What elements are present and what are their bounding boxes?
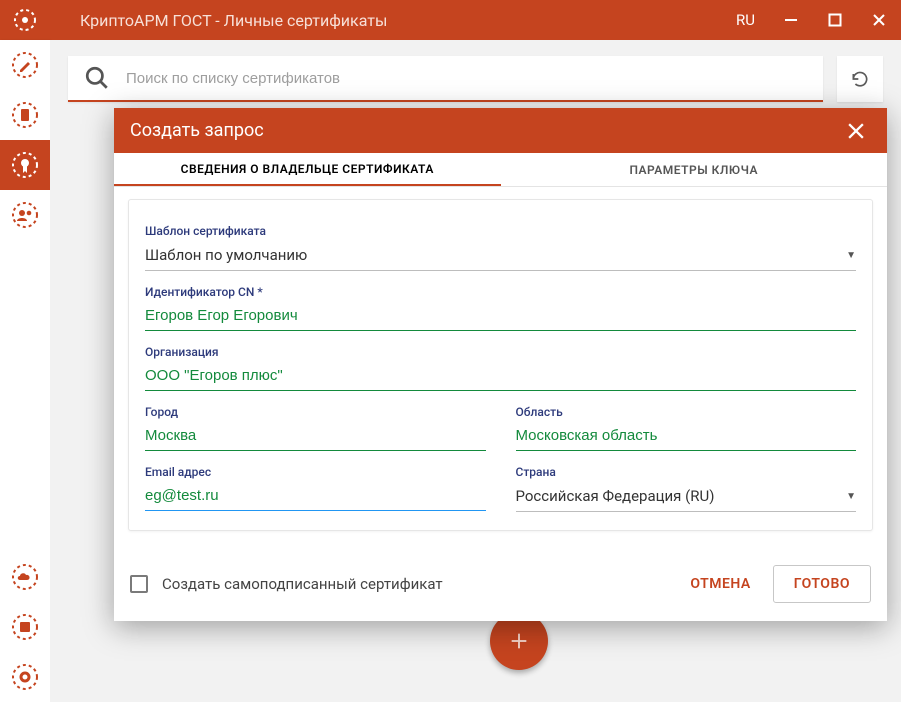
dialog-close-button[interactable] — [841, 116, 871, 146]
create-request-dialog: Создать запрос СВЕДЕНИЯ О ВЛАДЕЛЬЦЕ СЕРТ… — [114, 108, 887, 621]
dialog-footer: Создать самоподписанный сертификат ОТМЕН… — [114, 551, 887, 621]
sidebar-item-sign[interactable] — [0, 40, 50, 90]
dialog-body: Шаблон сертификата Шаблон по умолчанию ▼… — [114, 187, 887, 551]
chevron-down-icon: ▼ — [846, 250, 856, 261]
close-icon — [848, 123, 864, 139]
dialog-tabs: СВЕДЕНИЯ О ВЛАДЕЛЬЦЕ СЕРТИФИКАТА ПАРАМЕТ… — [114, 153, 887, 187]
email-field: Email адрес — [145, 465, 486, 511]
sidebar-item-settings[interactable] — [0, 652, 50, 702]
dialog-title: Создать запрос — [130, 120, 264, 141]
template-value: Шаблон по умолчанию — [145, 246, 846, 264]
done-button[interactable]: ГОТОВО — [773, 565, 871, 603]
email-label: Email адрес — [145, 465, 486, 479]
selfsigned-checkbox[interactable] — [130, 575, 148, 593]
country-field: Страна Российская Федерация (RU) ▼ — [516, 465, 857, 512]
chevron-down-icon: ▼ — [846, 491, 856, 502]
city-label: Город — [145, 405, 486, 419]
org-input[interactable] — [145, 363, 856, 391]
app-body: Создать запрос СВЕДЕНИЯ О ВЛАДЕЛЬЦЕ СЕРТ… — [0, 40, 901, 702]
template-label: Шаблон сертификата — [145, 224, 856, 238]
region-field: Область — [516, 405, 857, 451]
sidebar-item-documents[interactable] — [0, 90, 50, 140]
country-value: Российская Федерация (RU) — [516, 487, 847, 505]
window-close-button[interactable] — [857, 0, 901, 40]
org-field: Организация — [145, 345, 856, 391]
region-input[interactable] — [516, 423, 857, 451]
email-input[interactable] — [145, 483, 486, 511]
template-field: Шаблон сертификата Шаблон по умолчанию ▼ — [145, 224, 856, 271]
sidebar-item-certificates[interactable] — [0, 140, 50, 190]
sidebar — [0, 40, 50, 702]
window-minimize-button[interactable] — [769, 0, 813, 40]
language-switch[interactable]: RU — [722, 11, 769, 29]
window-title: КриптоАРМ ГОСТ - Личные сертификаты — [50, 11, 722, 30]
owner-info-card: Шаблон сертификата Шаблон по умолчанию ▼… — [128, 199, 873, 531]
country-select[interactable]: Российская Федерация (RU) ▼ — [516, 483, 857, 512]
sidebar-item-contacts[interactable] — [0, 190, 50, 240]
title-bar: КриптоАРМ ГОСТ - Личные сертификаты RU — [0, 0, 901, 40]
cn-field: Идентификатор CN * — [145, 285, 856, 331]
sidebar-item-cloud[interactable] — [0, 552, 50, 602]
region-label: Область — [516, 405, 857, 419]
city-input[interactable] — [145, 423, 486, 451]
country-label: Страна — [516, 465, 857, 479]
template-select[interactable]: Шаблон по умолчанию ▼ — [145, 242, 856, 271]
cn-input[interactable] — [145, 303, 856, 331]
selfsigned-label: Создать самоподписанный сертификат — [162, 575, 443, 593]
tab-owner-info[interactable]: СВЕДЕНИЯ О ВЛАДЕЛЬЦЕ СЕРТИФИКАТА — [114, 153, 501, 186]
sidebar-item-reports[interactable] — [0, 602, 50, 652]
app-window: КриптоАРМ ГОСТ - Личные сертификаты RU — [0, 0, 901, 702]
org-label: Организация — [145, 345, 856, 359]
window-maximize-button[interactable] — [813, 0, 857, 40]
main-content: Создать запрос СВЕДЕНИЯ О ВЛАДЕЛЬЦЕ СЕРТ… — [50, 40, 901, 702]
cn-label: Идентификатор CN * — [145, 285, 856, 299]
dialog-header: Создать запрос — [114, 108, 887, 153]
tab-key-params[interactable]: ПАРАМЕТРЫ КЛЮЧА — [501, 153, 888, 186]
city-field: Город — [145, 405, 486, 451]
app-logo-icon — [0, 0, 50, 40]
cancel-button[interactable]: ОТМЕНА — [684, 568, 756, 600]
